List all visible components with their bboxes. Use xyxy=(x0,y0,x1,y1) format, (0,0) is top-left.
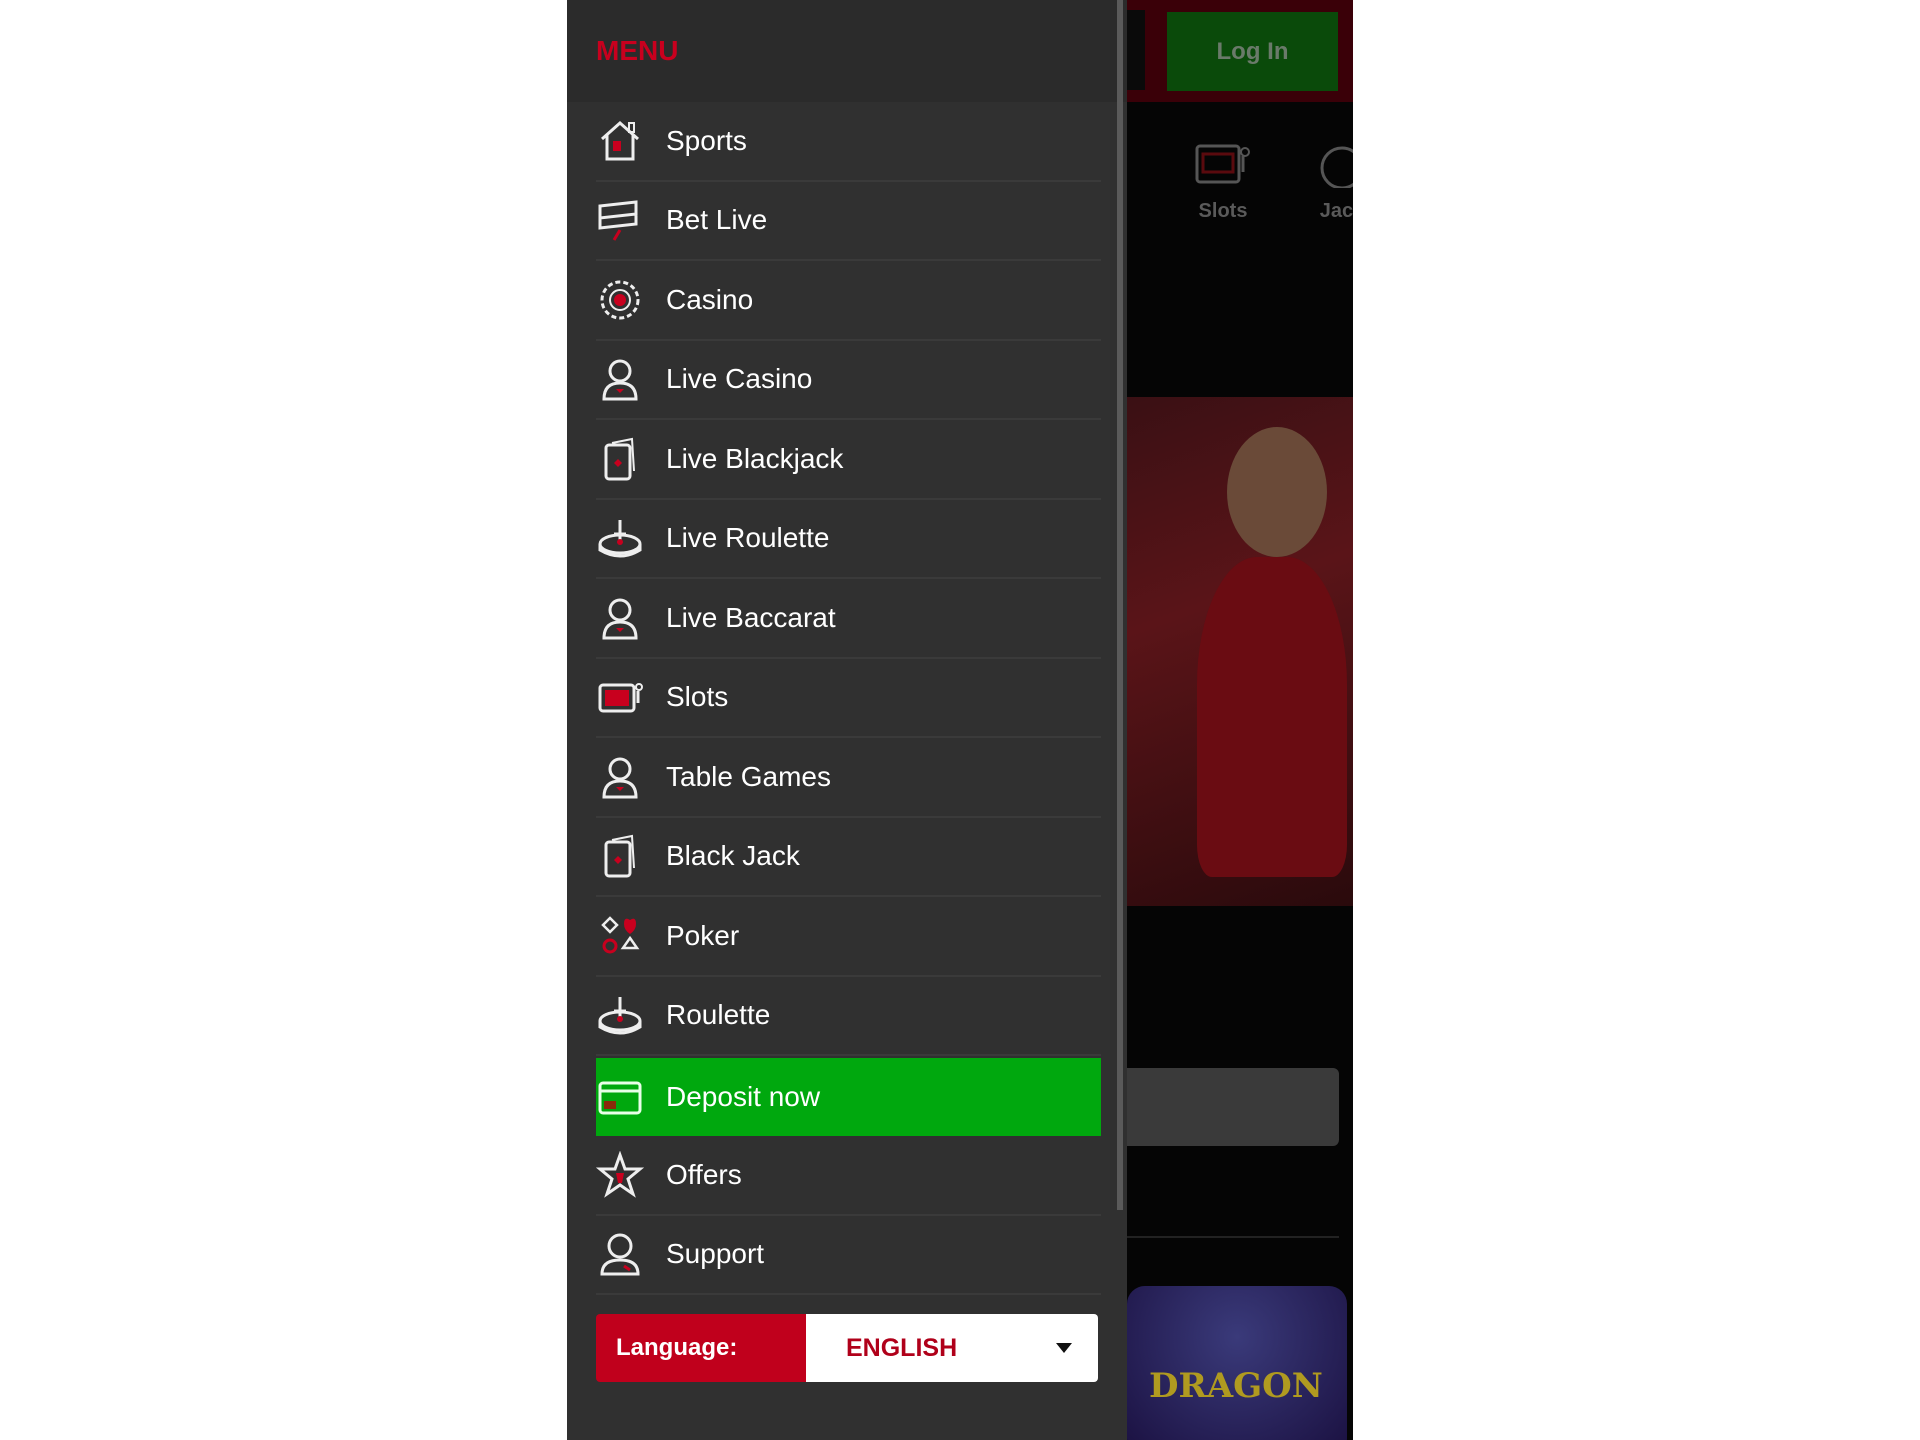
credit-card-icon xyxy=(596,1073,644,1121)
menu-item-sports[interactable]: Sports xyxy=(596,102,1101,182)
menu-item-casino[interactable]: Casino xyxy=(596,261,1101,341)
category-label: Slots xyxy=(1198,200,1248,222)
menu-item-roulette[interactable]: Roulette xyxy=(596,977,1101,1056)
menu-item-label: Slots xyxy=(666,681,729,713)
divider xyxy=(1127,1236,1339,1238)
category-jackpot[interactable]: Jack xyxy=(1312,140,1353,223)
mobile-viewport: Log In Slots Jack DRAGON MENU Sports Bet … xyxy=(567,0,1353,1440)
menu-item-poker[interactable]: Poker xyxy=(596,897,1101,977)
menu-header: MENU xyxy=(567,0,1127,102)
category-label: Jack xyxy=(1319,200,1353,222)
menu-item-label: Offers xyxy=(666,1158,742,1190)
jackpot-icon xyxy=(1320,146,1353,188)
menu-title: MENU xyxy=(596,35,679,66)
menu-item-label: Live Roulette xyxy=(666,522,830,554)
dealer-icon xyxy=(596,753,644,801)
login-button[interactable]: Log In xyxy=(1167,12,1338,91)
game-title: DRAGON xyxy=(1149,1366,1323,1406)
menu-item-table-games[interactable]: Table Games xyxy=(596,738,1101,818)
menu-item-black-jack[interactable]: Black Jack xyxy=(596,818,1101,897)
dealer-icon xyxy=(596,355,644,403)
roulette-icon xyxy=(596,514,644,562)
card-icon xyxy=(596,832,644,880)
menu-item-slots[interactable]: Slots xyxy=(596,659,1101,738)
menu-item-support[interactable]: Support xyxy=(596,1216,1101,1295)
menu-item-live-blackjack[interactable]: Live Blackjack xyxy=(596,420,1101,500)
roulette-icon xyxy=(596,991,644,1039)
menu-item-label: Support xyxy=(666,1238,765,1270)
scrollbar[interactable] xyxy=(1117,0,1123,1210)
menu-item-deposit-now[interactable]: Deposit now xyxy=(596,1058,1101,1136)
language-value: ENGLISH xyxy=(846,1333,958,1362)
slot-machine-icon xyxy=(1195,144,1250,184)
menu-item-label: Roulette xyxy=(666,999,771,1031)
caret-down-icon xyxy=(1056,1343,1072,1353)
language-dropdown[interactable]: ENGLISH xyxy=(806,1314,1098,1382)
menu-item-label: Deposit now xyxy=(666,1081,821,1112)
menu-item-label: Table Games xyxy=(666,760,831,792)
dealer-icon xyxy=(596,594,644,642)
chip-icon xyxy=(596,276,644,324)
side-menu: MENU Sports Bet Live Casino Live Casino Live… xyxy=(567,0,1127,1440)
card-icon xyxy=(596,435,644,483)
tickets-icon xyxy=(596,196,644,244)
menu-item-label: Bet Live xyxy=(666,204,768,236)
menu-item-live-baccarat[interactable]: Live Baccarat xyxy=(596,579,1101,659)
promo-banner[interactable] xyxy=(1127,397,1353,906)
menu-item-label: Poker xyxy=(666,919,740,951)
menu-item-label: Live Blackjack xyxy=(666,442,844,474)
menu-item-label: Live Baccarat xyxy=(666,601,836,633)
slot-machine-icon xyxy=(596,673,644,721)
star-icon xyxy=(596,1150,644,1199)
category-slots[interactable]: Slots xyxy=(1193,140,1253,223)
menu-item-label: Black Jack xyxy=(666,840,800,872)
search-bar[interactable] xyxy=(1127,1068,1339,1146)
language-selector[interactable]: Language: ENGLISH xyxy=(596,1314,1098,1382)
menu-item-live-casino[interactable]: Live Casino xyxy=(596,341,1101,420)
menu-item-bet-live[interactable]: Bet Live xyxy=(596,182,1101,261)
menu-item-live-roulette[interactable]: Live Roulette xyxy=(596,500,1101,579)
card-suits-icon xyxy=(596,912,644,960)
game-tile[interactable]: DRAGON xyxy=(1127,1286,1347,1440)
menu-item-offers[interactable]: Offers xyxy=(596,1136,1101,1216)
menu-item-label: Live Casino xyxy=(666,363,813,395)
support-agent-icon xyxy=(596,1230,644,1278)
house-icon xyxy=(596,117,644,165)
header-element xyxy=(1127,10,1145,90)
menu-item-label: Sports xyxy=(666,124,747,156)
menu-item-label: Casino xyxy=(666,283,754,315)
language-label: Language: xyxy=(596,1314,806,1382)
